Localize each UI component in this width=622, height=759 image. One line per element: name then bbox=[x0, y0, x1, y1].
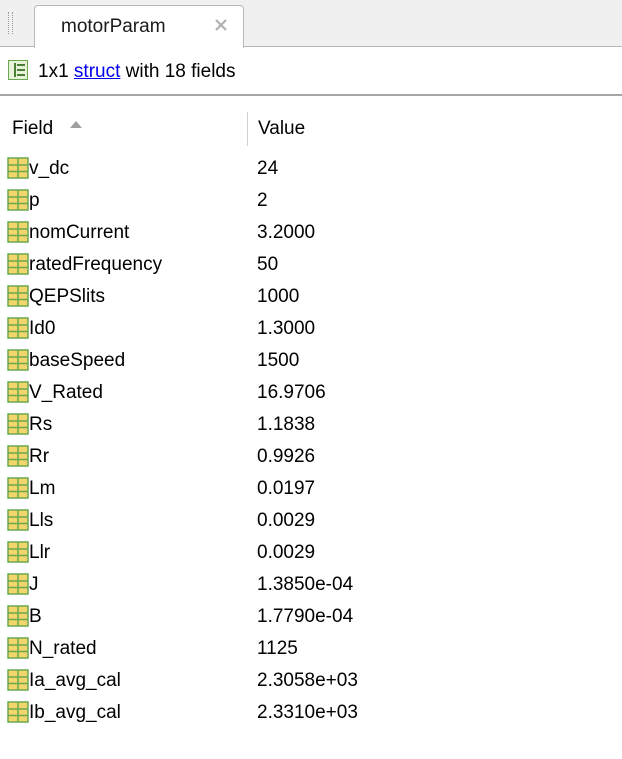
variable-grid-icon bbox=[7, 285, 29, 307]
field-name[interactable]: baseSpeed bbox=[29, 350, 125, 372]
field-value[interactable]: 1000 bbox=[257, 286, 299, 308]
field-name[interactable]: Llr bbox=[29, 542, 50, 564]
variable-grid-icon bbox=[7, 221, 29, 243]
table-row[interactable]: p2 bbox=[0, 185, 622, 217]
variable-grid-icon bbox=[7, 669, 29, 691]
variable-grid-icon bbox=[7, 541, 29, 563]
variable-grid-icon bbox=[7, 157, 29, 179]
table-row[interactable]: nomCurrent 3.2000 bbox=[0, 217, 622, 249]
column-header-value[interactable]: Value bbox=[258, 118, 305, 140]
field-value[interactable]: 0.9926 bbox=[257, 446, 315, 468]
table-row[interactable]: Ia_avg_cal 2.3058e+03 bbox=[0, 665, 622, 697]
field-name[interactable]: J bbox=[29, 574, 39, 596]
field-value[interactable]: 1.3850e-04 bbox=[257, 574, 353, 596]
field-value[interactable]: 0.0029 bbox=[257, 542, 315, 564]
field-value[interactable]: 1.3000 bbox=[257, 318, 315, 340]
variable-grid-icon bbox=[7, 349, 29, 371]
close-icon[interactable] bbox=[212, 16, 230, 34]
field-value[interactable]: 16.9706 bbox=[257, 382, 326, 404]
table-row[interactable]: N_rated 1125 bbox=[0, 633, 622, 665]
table-row[interactable]: B 1.7790e-04 bbox=[0, 601, 622, 633]
field-name[interactable]: Rs bbox=[29, 414, 52, 436]
field-value[interactable]: 1500 bbox=[257, 350, 299, 372]
table-row[interactable]: Lls 0.0029 bbox=[0, 505, 622, 537]
variable-grid-icon bbox=[7, 381, 29, 403]
table-row[interactable]: Id0 1.3000 bbox=[0, 313, 622, 345]
field-name[interactable]: N_rated bbox=[29, 638, 97, 660]
variable-grid-icon bbox=[7, 413, 29, 435]
tab-grip-icon[interactable] bbox=[8, 12, 13, 34]
variable-grid-icon bbox=[7, 317, 29, 339]
field-value[interactable]: 1125 bbox=[257, 638, 298, 660]
sort-ascending-icon[interactable] bbox=[70, 121, 82, 128]
table-row[interactable]: baseSpeed 1500 bbox=[0, 345, 622, 377]
field-name[interactable]: Ia_avg_cal bbox=[29, 670, 121, 692]
table-row[interactable]: ratedFrequency 50 bbox=[0, 249, 622, 281]
table-row[interactable]: J 1.3850e-04 bbox=[0, 569, 622, 601]
field-value[interactable]: 24 bbox=[257, 158, 278, 180]
variable-grid-icon bbox=[7, 605, 29, 627]
field-value[interactable]: 2.3310e+03 bbox=[257, 702, 358, 724]
struct-icon bbox=[8, 60, 28, 80]
field-value[interactable]: 2 bbox=[257, 190, 268, 212]
field-name[interactable]: Lm bbox=[29, 478, 55, 500]
field-name[interactable]: p bbox=[29, 190, 40, 212]
document-tab-bar: motorParam bbox=[0, 0, 622, 48]
table-row[interactable]: Llr 0.0029 bbox=[0, 537, 622, 569]
variable-grid-icon bbox=[7, 189, 29, 211]
variable-grid-icon bbox=[7, 701, 29, 723]
field-name[interactable]: Ib_avg_cal bbox=[29, 702, 121, 724]
table-row[interactable]: QEPSlits 1000 bbox=[0, 281, 622, 313]
field-name[interactable]: Rr bbox=[29, 446, 49, 468]
table-row[interactable]: Rr 0.9926 bbox=[0, 441, 622, 473]
struct-description: 1x1 struct with 18 fields bbox=[38, 61, 236, 83]
field-name[interactable]: B bbox=[29, 606, 42, 628]
field-name[interactable]: ratedFrequency bbox=[29, 254, 162, 276]
field-value[interactable]: 50 bbox=[257, 254, 278, 276]
info-prefix: 1x1 bbox=[38, 61, 74, 82]
field-name[interactable]: V_Rated bbox=[29, 382, 103, 404]
column-divider[interactable] bbox=[247, 112, 248, 146]
variable-grid-icon bbox=[7, 477, 29, 499]
field-name[interactable]: v_dc bbox=[29, 158, 69, 180]
variable-grid-icon bbox=[7, 637, 29, 659]
field-name[interactable]: Id0 bbox=[29, 318, 55, 340]
table-row[interactable]: Lm 0.0197 bbox=[0, 473, 622, 505]
field-value[interactable]: 1.7790e-04 bbox=[257, 606, 353, 628]
info-suffix: with 18 fields bbox=[120, 61, 236, 82]
field-name[interactable]: Lls bbox=[29, 510, 53, 532]
variable-info-bar: 1x1 struct with 18 fields bbox=[0, 48, 622, 96]
field-value[interactable]: 3.2000 bbox=[257, 222, 315, 244]
field-value[interactable]: 2.3058e+03 bbox=[257, 670, 358, 692]
field-value[interactable]: 0.0029 bbox=[257, 510, 315, 532]
table-row[interactable]: Rs 1.1838 bbox=[0, 409, 622, 441]
field-name[interactable]: QEPSlits bbox=[29, 286, 105, 308]
variable-grid-icon bbox=[7, 573, 29, 595]
field-name[interactable]: nomCurrent bbox=[29, 222, 129, 244]
field-value[interactable]: 0.0197 bbox=[257, 478, 315, 500]
struct-link[interactable]: struct bbox=[74, 61, 120, 82]
tab-motorparam[interactable]: motorParam bbox=[34, 5, 244, 48]
table-row[interactable]: V_Rated 16.9706 bbox=[0, 377, 622, 409]
table-header: Field Value bbox=[0, 108, 622, 150]
column-header-field[interactable]: Field bbox=[12, 118, 53, 140]
table-row[interactable]: Ib_avg_cal 2.3310e+03 bbox=[0, 697, 622, 729]
variable-grid-icon bbox=[7, 445, 29, 467]
variable-grid-icon bbox=[7, 253, 29, 275]
variable-grid-icon bbox=[7, 509, 29, 531]
table-row[interactable]: v_dc 24 bbox=[0, 153, 622, 185]
field-list: v_dc 24 p 2 nomCurrent 3.2000 ratedFrequency 50… bbox=[0, 153, 622, 729]
field-value[interactable]: 1.1838 bbox=[257, 414, 315, 436]
tab-label: motorParam bbox=[61, 16, 166, 37]
